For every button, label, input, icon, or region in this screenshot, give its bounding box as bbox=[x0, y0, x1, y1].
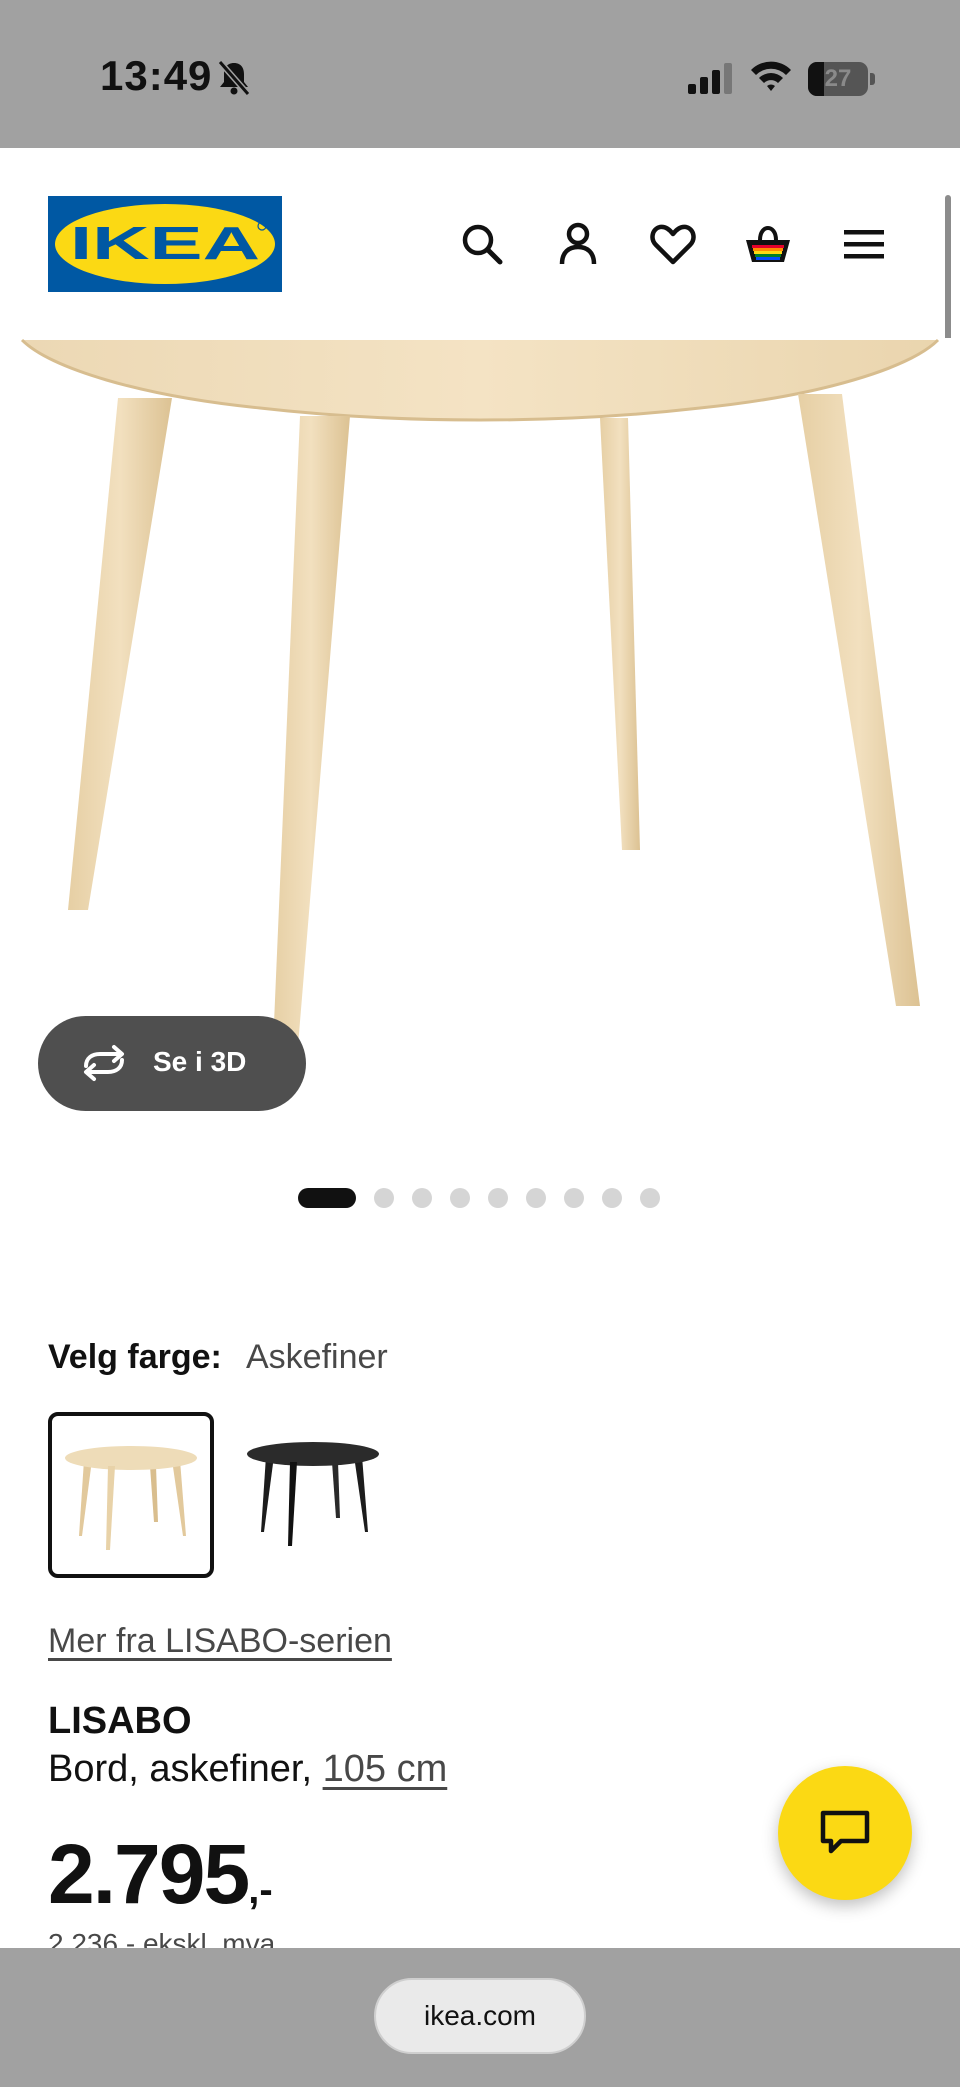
heart-icon[interactable] bbox=[649, 220, 697, 268]
status-time: 13:49 bbox=[100, 52, 213, 99]
view-3d-button[interactable]: Se i 3D bbox=[38, 1016, 306, 1111]
selected-color-value: Askefiner bbox=[246, 1338, 388, 1376]
carousel-dot[interactable] bbox=[640, 1188, 660, 1208]
battery-indicator: 27 bbox=[808, 62, 875, 96]
product-type: Bord, askefiner, bbox=[48, 1748, 313, 1790]
price: 2.795,- bbox=[48, 1826, 273, 1923]
carousel-dots bbox=[298, 1188, 698, 1208]
chat-button[interactable] bbox=[778, 1766, 912, 1900]
series-link[interactable]: Mer fra LISABO-serien bbox=[48, 1622, 392, 1661]
product-description: Bord, askefiner, 105 cm bbox=[48, 1748, 447, 1791]
ikea-logo[interactable]: IKEA bbox=[48, 196, 282, 292]
product-name: LISABO bbox=[48, 1700, 192, 1742]
shopping-bag-icon[interactable] bbox=[744, 220, 792, 268]
browser-bottom-bar: ikea.com bbox=[0, 1948, 960, 2087]
carousel-dot[interactable] bbox=[526, 1188, 546, 1208]
battery-level: 27 bbox=[824, 65, 852, 92]
carousel-dot[interactable] bbox=[450, 1188, 470, 1208]
rotate-3d-icon bbox=[84, 1045, 124, 1081]
account-icon[interactable] bbox=[554, 220, 602, 268]
site-header: IKEA bbox=[0, 148, 960, 338]
wifi-icon bbox=[751, 61, 791, 91]
status-bar: 13:49 27 bbox=[0, 0, 960, 148]
cellular-signal-icon bbox=[688, 63, 732, 94]
carousel-dot-active[interactable] bbox=[298, 1188, 356, 1208]
product-size-link[interactable]: 105 cm bbox=[323, 1748, 448, 1790]
chat-icon bbox=[820, 1810, 870, 1854]
carousel-dot[interactable] bbox=[374, 1188, 394, 1208]
price-suffix: ,- bbox=[248, 1868, 273, 1912]
url-bar[interactable]: ikea.com bbox=[374, 1978, 586, 2054]
carousel-dot[interactable] bbox=[488, 1188, 508, 1208]
menu-icon[interactable] bbox=[840, 220, 888, 268]
color-swatch-askefiner[interactable] bbox=[48, 1412, 214, 1578]
search-icon[interactable] bbox=[458, 220, 506, 268]
view-3d-label: Se i 3D bbox=[153, 1046, 247, 1077]
logo-text: IKEA bbox=[70, 217, 260, 269]
price-main: 2.795 bbox=[48, 1827, 250, 1921]
url-text: ikea.com bbox=[423, 2000, 537, 2031]
bell-muted-icon bbox=[217, 60, 251, 96]
color-swatch-black[interactable] bbox=[242, 1412, 408, 1578]
carousel-dot[interactable] bbox=[412, 1188, 432, 1208]
carousel-dot[interactable] bbox=[564, 1188, 584, 1208]
carousel-dot[interactable] bbox=[602, 1188, 622, 1208]
page-scrollbar[interactable] bbox=[945, 195, 951, 353]
color-picker-label: Velg farge: bbox=[48, 1338, 222, 1376]
